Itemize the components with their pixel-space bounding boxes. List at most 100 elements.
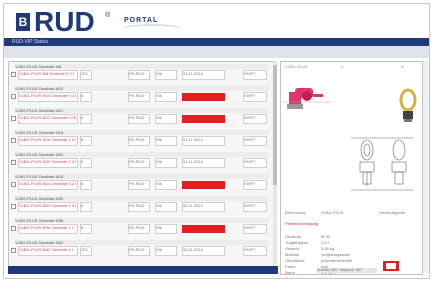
item-unit: Stk [155, 202, 177, 212]
item-title: VLBG-PLUS Gewinde M42 [15, 240, 269, 245]
item-name[interactable]: VLBG-PLUS M42 Gewinde 9 t [18, 246, 78, 256]
item-shift-button[interactable]: SHIFT [243, 202, 267, 212]
item-title: VLBG-PLUS Gewinde M12 [15, 108, 269, 113]
item-checkbox[interactable] [11, 182, 16, 187]
item-date: 06.11.2014 [182, 246, 225, 256]
item-title: VLBG-PLUS Gewinde M36 [15, 218, 269, 223]
item-code: PK-RUD [128, 180, 150, 190]
cart-icon [386, 263, 396, 269]
availability-bar [182, 93, 225, 101]
list-item[interactable]: VLBG-PLUS Gewinde M30 VLBG-PLUS M30 Gewin… [9, 196, 273, 216]
item-shift-button[interactable]: SHIFT [243, 92, 267, 102]
detail-footnote: Drehbar 360° / klappbar 180° [317, 268, 377, 273]
scrollbar-thumb[interactable] [273, 65, 277, 185]
item-title: VLBG-PLUS Gewinde M30 [15, 196, 269, 201]
portal-window: B RUD ® PORTAL RUD-VIP Status VLBG-PLUS … [3, 3, 430, 279]
item-shift-button[interactable]: SHIFT [243, 180, 267, 190]
item-unit: Stk [155, 158, 177, 168]
item-shift-button[interactable]: SHIFT [243, 136, 267, 146]
portal-label: PORTAL [124, 17, 159, 24]
item-title: VLBG-PLUS Gewinde M24 [15, 174, 269, 179]
item-unit: Stk [155, 136, 177, 146]
item-checkbox[interactable] [11, 204, 16, 209]
item-shift-button[interactable]: SHIFT [243, 224, 267, 234]
item-name[interactable]: VLBG-PLUS M16 Gewinde 1,5 t [18, 136, 78, 146]
list-item[interactable]: VLBG-PLUS Gewinde M20 VLBG-PLUS M20 Gewin… [9, 152, 273, 172]
item-date: 03.11.2014 [182, 70, 225, 80]
item-name[interactable]: VLBG-PLUS M10 Gewinde 0,4 t [18, 92, 78, 102]
list-item[interactable]: VLBG-PLUS Gewinde M16 VLBG-PLUS M16 Gewin… [9, 130, 273, 150]
item-name[interactable]: VLBG-PLUS M20 Gewinde 2,3 t [18, 158, 78, 168]
item-date: 04.11.2014 [182, 158, 225, 168]
item-name[interactable]: VLBG-PLUS M30 Gewinde 4,5 t [18, 202, 78, 212]
item-title: VLBG-PLUS Gewinde M10 [15, 86, 269, 91]
item-quantity[interactable]: 8 [80, 158, 92, 168]
list-item[interactable]: VLBG-PLUS Gewinde M42 VLBG-PLUS M42 Gewin… [9, 240, 273, 260]
pink-hoist-ring-icon [283, 88, 331, 109]
item-title: VLBG-PLUS Gewinde M20 [15, 152, 269, 157]
item-checkbox[interactable] [11, 226, 16, 231]
item-checkbox[interactable] [11, 138, 16, 143]
item-quantity[interactable]: 8 [80, 92, 92, 102]
registered-mark: ® [105, 12, 111, 19]
header: B RUD ® PORTAL [4, 4, 429, 38]
item-title: VLBG-PLUS Gewinde M8 [15, 64, 269, 69]
item-checkbox[interactable] [11, 160, 16, 165]
navigation-bar: RUD-VIP Status [4, 38, 429, 46]
add-to-cart-button[interactable] [383, 261, 399, 271]
availability-bar [182, 225, 225, 233]
item-name[interactable]: VLBG-PLUS M12 Gewinde 0,75 t [18, 114, 78, 124]
spec-row: Sicherheit 4:1 [285, 276, 417, 279]
item-quantity[interactable]: 8 [80, 114, 92, 124]
item-checkbox[interactable] [11, 116, 16, 121]
spec-key: Sicherheit [285, 276, 303, 279]
item-unit: Stk [155, 180, 177, 190]
item-quantity[interactable]: 8 [80, 180, 92, 190]
item-date: 03.11.2014 [182, 136, 225, 146]
item-checkbox[interactable] [11, 94, 16, 99]
list-item[interactable]: VLBG-PLUS Gewinde M36 VLBG-PLUS M36 Gewin… [9, 218, 273, 238]
spec-extra: Gewindegröße [379, 210, 406, 215]
technical-drawing-icon [351, 137, 413, 191]
item-shift-button[interactable]: SHIFT [243, 114, 267, 124]
item-shift-button[interactable]: SHIFT [243, 70, 267, 80]
breadcrumb[interactable]: RUD-VIP Status [12, 38, 48, 46]
logo-mark: B [16, 13, 30, 31]
item-name[interactable]: VLBG-PLUS M8 Gewinde 0,3 t [18, 70, 78, 80]
item-code: PK-RUD [128, 202, 150, 212]
item-checkbox[interactable] [11, 248, 16, 253]
item-name[interactable]: VLBG-PLUS M24 Gewinde 3,2 t [18, 180, 78, 190]
item-name[interactable]: VLBG-PLUS M36 Gewinde 7 t [18, 224, 78, 234]
item-date: 05.11.2014 [182, 202, 225, 212]
item-code: PK-RUD [128, 158, 150, 168]
item-code: PK-RUD [128, 136, 150, 146]
item-quantity[interactable]: 200 [80, 70, 92, 80]
spec-value: VLBG-PLUS [321, 210, 344, 215]
item-unit: Stk [155, 246, 177, 256]
item-quantity[interactable]: 200 [80, 246, 92, 256]
spec-key: Benennung [285, 210, 306, 215]
item-unit: Stk [155, 70, 177, 80]
certificate-label: Prüfbescheinigung [285, 221, 319, 226]
item-unit: Stk [155, 92, 177, 102]
item-quantity[interactable]: 8 [80, 202, 92, 212]
product-illustration [283, 88, 417, 191]
list-item[interactable]: VLBG-PLUS Gewinde M24 VLBG-PLUS M24 Gewin… [9, 174, 273, 194]
item-code: PK-RUD [128, 92, 150, 102]
item-shift-button[interactable]: SHIFT [243, 246, 267, 256]
list-scrollbar[interactable] [273, 61, 277, 265]
list-item[interactable]: VLBG-PLUS Gewinde M8 VLBG-PLUS M8 Gewinde… [9, 64, 273, 84]
availability-bar [182, 115, 225, 123]
item-quantity[interactable]: 8 [80, 136, 92, 146]
item-quantity[interactable]: 8 [80, 224, 92, 234]
product-detail-panel: VLBG-PLUS A B Prüfbescheinigung Benennun… [280, 61, 423, 278]
item-checkbox[interactable] [11, 72, 16, 77]
window-scrollbar[interactable] [423, 61, 429, 273]
list-item[interactable]: VLBG-PLUS Gewinde M10 VLBG-PLUS M10 Gewin… [9, 86, 273, 106]
list-footer-bar [8, 266, 278, 274]
item-code: PK-RUD [128, 70, 150, 80]
list-item[interactable]: VLBG-PLUS Gewinde M12 VLBG-PLUS M12 Gewin… [9, 108, 273, 128]
item-shift-button[interactable]: SHIFT [243, 158, 267, 168]
item-title: VLBG-PLUS Gewinde M16 [15, 130, 269, 135]
gold-ring-icon [399, 88, 417, 122]
